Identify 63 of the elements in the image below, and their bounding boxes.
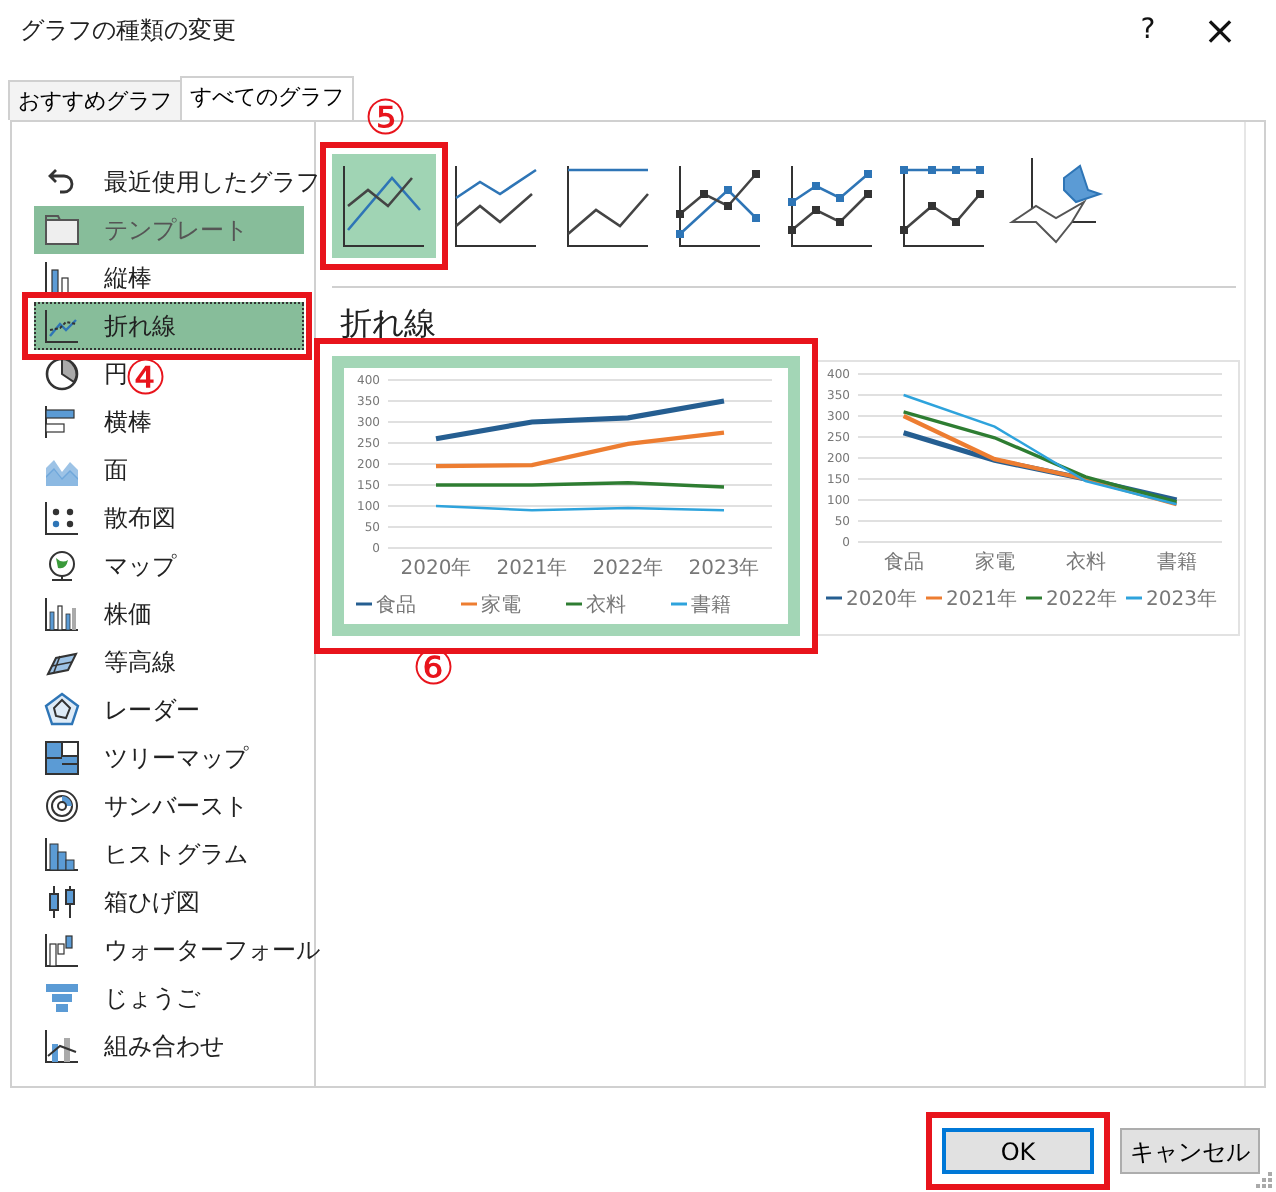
chart-type-item[interactable]: ツリーマップ xyxy=(34,734,250,782)
legend-label: 2020年 xyxy=(846,589,917,611)
chart-type-item[interactable]: 株価 xyxy=(34,590,154,638)
chart-type-item[interactable]: レーダー xyxy=(34,686,202,734)
chart-type-label: 横棒 xyxy=(104,406,152,440)
legend-label: 衣料 xyxy=(586,595,626,617)
help-button[interactable]: ? xyxy=(1112,9,1184,51)
dialog-button[interactable]: OK xyxy=(942,1128,1094,1174)
dialog-button[interactable]: キャンセル xyxy=(1120,1128,1260,1174)
chart-type-item[interactable]: 横棒 xyxy=(34,398,154,446)
chart-type-label: 縦棒 xyxy=(104,262,152,296)
chart-type-item[interactable]: 散布図 xyxy=(34,494,178,542)
chart-type-item[interactable]: 箱ひげ図 xyxy=(34,878,202,926)
chart-type-label: じょうご xyxy=(104,982,200,1016)
close-button[interactable]: × xyxy=(1184,0,1256,60)
chart-type-label: 等高線 xyxy=(104,646,176,680)
chart-type-label: 円 xyxy=(104,358,128,388)
chart-type-label: 散布図 xyxy=(104,502,176,536)
axis-category-label: 2020年 xyxy=(400,558,472,580)
legend-label: 2022年 xyxy=(1046,589,1117,611)
chart-type-label: 折れ線 xyxy=(104,310,176,344)
chart-type-label: 面 xyxy=(104,454,128,488)
legend-label: 書籍 xyxy=(691,595,731,617)
axis-category-label: 2021年 xyxy=(496,558,568,580)
chart-type-label: 組み合わせ xyxy=(104,1030,224,1064)
chart-type-label: サンバースト xyxy=(104,790,248,824)
chart-type-item[interactable]: 組み合わせ xyxy=(34,1022,226,1070)
chart-type-item[interactable]: 折れ線 xyxy=(34,302,304,350)
section-heading: 折れ線 xyxy=(340,302,438,346)
chart-type-item[interactable]: 円 xyxy=(34,350,130,398)
chart-type-label: マップ xyxy=(104,550,176,584)
chart-type-item[interactable]: 等高線 xyxy=(34,638,178,686)
legend-label: 2021年 xyxy=(946,589,1017,611)
chart-type-label: ヒストグラム xyxy=(104,838,248,872)
chart-type-item[interactable]: マップ xyxy=(34,542,178,590)
legend-label: 2023年 xyxy=(1146,589,1217,611)
axis-category-label: 書籍 xyxy=(1156,552,1197,574)
chart-type-label: 箱ひげ図 xyxy=(104,886,200,920)
chart-type-label: レーダー xyxy=(104,694,200,728)
axis-category-label: 2022年 xyxy=(592,558,664,580)
axis-category-label: 2023年 xyxy=(688,558,760,580)
chart-type-label: ウォーターフォール xyxy=(104,934,320,968)
axis-category-label: 食品 xyxy=(883,552,924,574)
chart-type-item[interactable]: ヒストグラム xyxy=(34,830,250,878)
chart-type-item[interactable]: サンバースト xyxy=(34,782,250,830)
chart-type-label: 株価 xyxy=(104,598,152,632)
chart-type-item[interactable]: 縦棒 xyxy=(34,254,154,302)
axis-category-label: 衣料 xyxy=(1065,552,1106,574)
chart-type-item[interactable]: じょうご xyxy=(34,974,202,1022)
legend-label: 家電 xyxy=(481,595,521,617)
chart-type-label: テンプレート xyxy=(104,214,248,248)
chart-type-item[interactable]: ウォーターフォール xyxy=(34,926,322,974)
chart-type-label: 最近使用したグラフ xyxy=(104,166,320,200)
callout-number: ⑤ xyxy=(364,94,408,142)
axis-category-label: 家電 xyxy=(974,552,1015,574)
legend-label: 食品 xyxy=(376,595,416,617)
tab[interactable]: すべてのグラフ xyxy=(180,76,354,120)
chart-type-label: ツリーマップ xyxy=(104,742,248,776)
chart-type-item[interactable]: 面 xyxy=(34,446,130,494)
window-title: グラフの種類の変更 xyxy=(20,14,238,48)
tab[interactable]: おすすめグラフ xyxy=(8,80,182,120)
chart-type-item[interactable]: 最近使用したグラフ xyxy=(34,158,322,206)
callout-number: ④ xyxy=(124,354,168,402)
